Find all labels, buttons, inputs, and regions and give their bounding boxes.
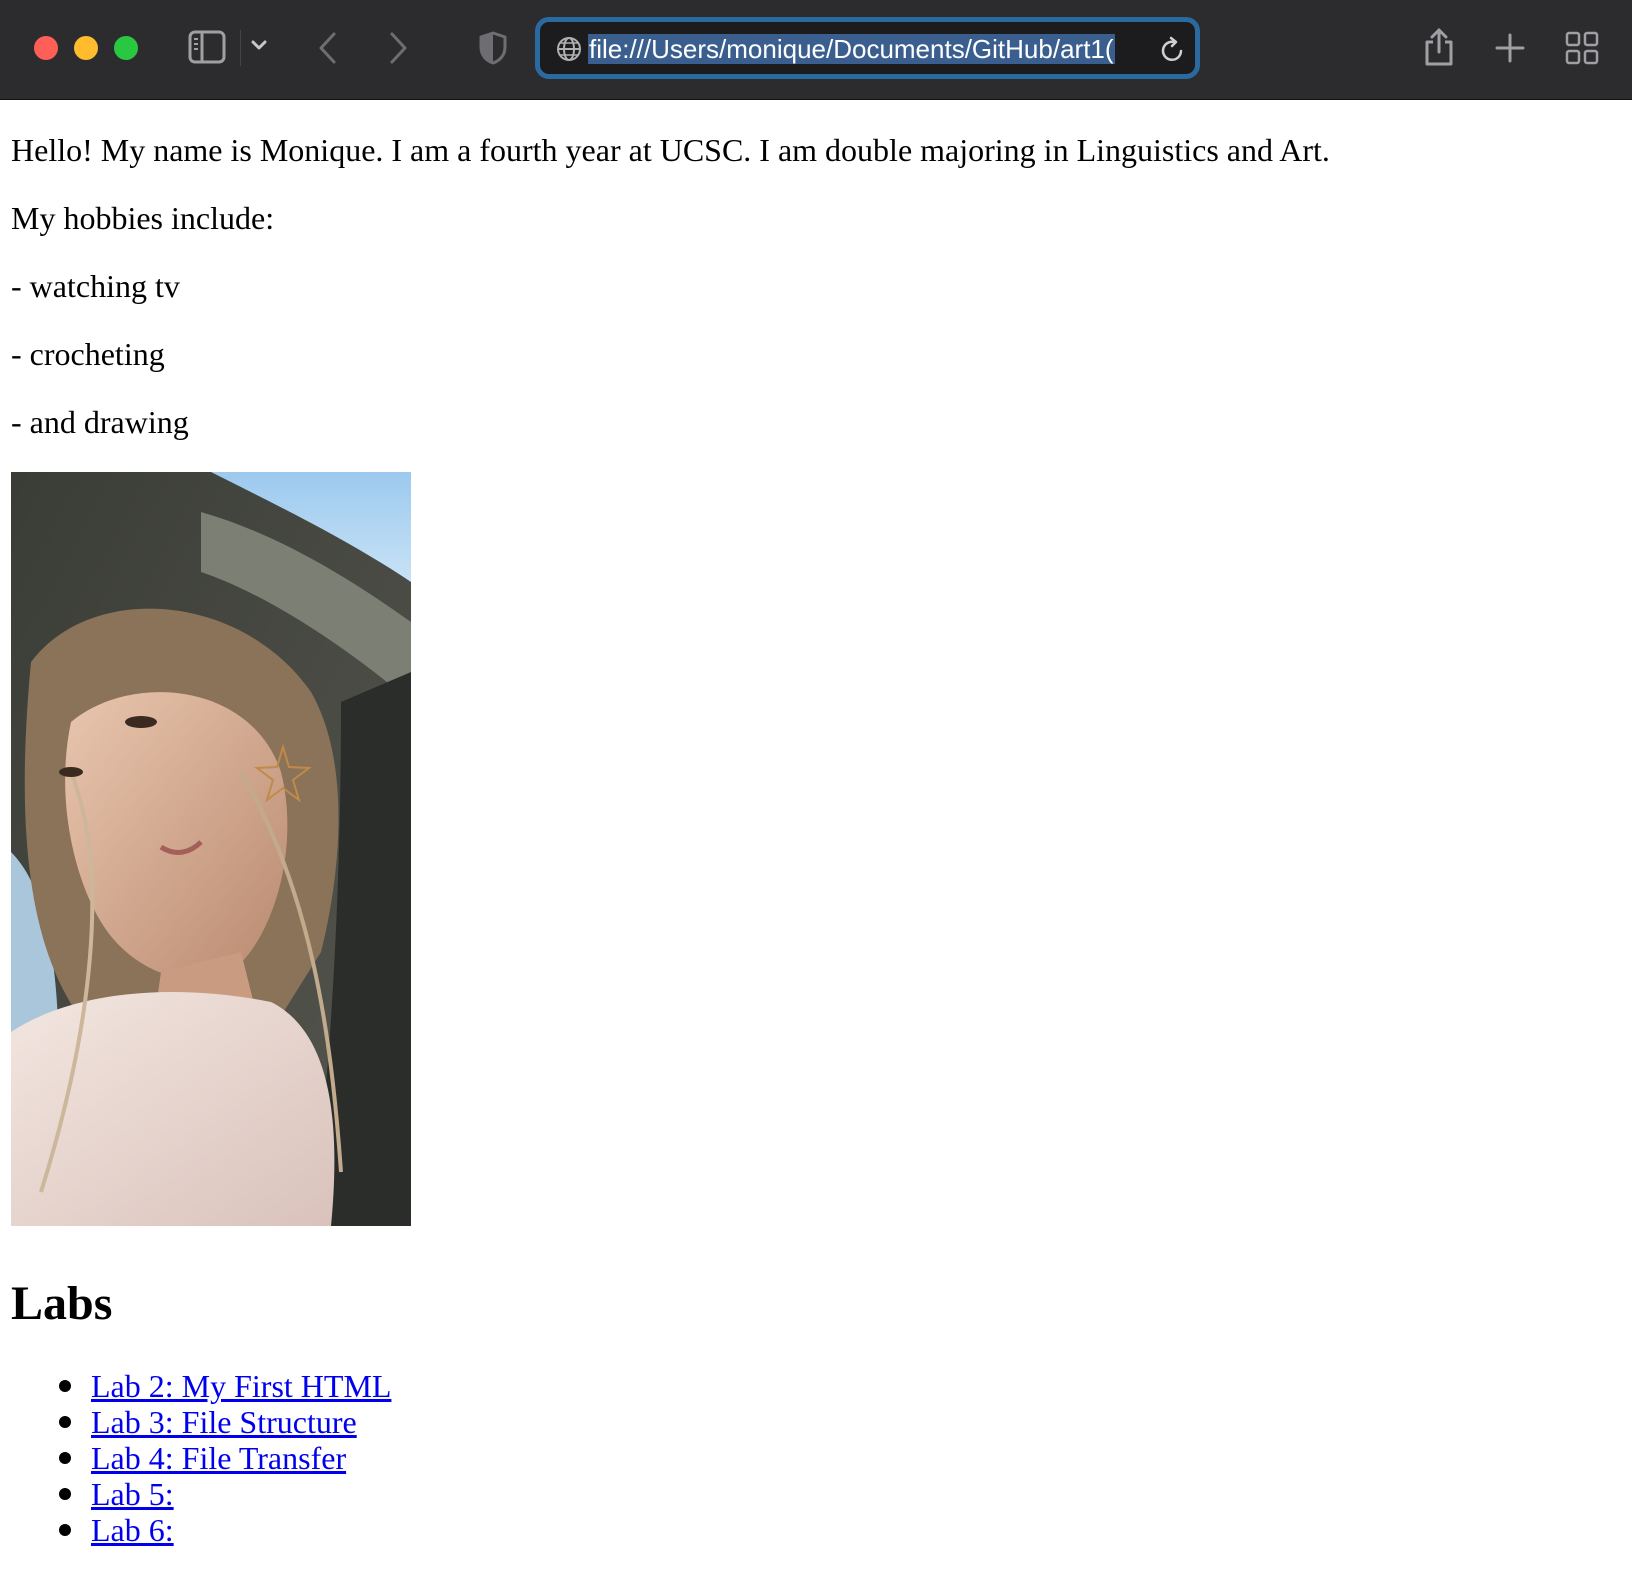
address-bar[interactable]: file:///Users/monique/Documents/GitHub/a… [535,17,1200,79]
list-item: Lab 4: File Transfer [0,1440,391,1476]
list-item: Lab 6: [0,1512,391,1548]
lab-6-link[interactable]: Lab 6: [91,1512,174,1548]
share-icon[interactable] [1422,26,1456,68]
labs-list: Lab 2: My First HTML Lab 3: File Structu… [0,1368,391,1548]
chevron-right-icon[interactable] [386,30,410,66]
lab-4-link[interactable]: Lab 4: File Transfer [91,1440,346,1476]
grid-icon[interactable] [1564,30,1600,66]
hobby-item: - watching tv [11,268,180,304]
shield-icon[interactable] [478,30,508,66]
bullet-icon [59,1524,71,1536]
zoom-window-button[interactable] [114,36,138,60]
close-window-button[interactable] [34,36,58,60]
labs-heading: Labs [11,1277,113,1330]
list-item: Lab 5: [0,1476,391,1512]
lab-2-link[interactable]: Lab 2: My First HTML [91,1368,391,1404]
url-input[interactable]: file:///Users/monique/Documents/GitHub/a… [588,33,1140,65]
lab-3-link[interactable]: Lab 3: File Structure [91,1404,357,1440]
browser-toolbar: file:///Users/monique/Documents/GitHub/a… [0,0,1632,100]
chevron-left-icon[interactable] [316,30,340,66]
sidebar-icon[interactable] [188,30,226,64]
plus-icon[interactable] [1494,32,1526,64]
globe-icon [556,36,582,67]
chevron-down-icon[interactable] [250,38,268,52]
hobby-item: - and drawing [11,404,189,440]
lab-5-link[interactable]: Lab 5: [91,1476,174,1512]
bullet-icon [59,1380,71,1392]
hobby-item: - crocheting [11,336,165,372]
bullet-icon [59,1416,71,1428]
intro-text: Hello! My name is Monique. I am a fourth… [11,132,1330,168]
toolbar-divider [240,30,241,66]
hobbies-heading: My hobbies include: [11,200,275,236]
minimize-window-button[interactable] [74,36,98,60]
list-item: Lab 3: File Structure [0,1404,391,1440]
page-content: Hello! My name is Monique. I am a fourth… [0,100,1632,1587]
url-text: file:///Users/monique/Documents/GitHub/a… [588,34,1115,64]
reload-icon[interactable] [1160,36,1186,69]
bullet-icon [59,1452,71,1464]
list-item: Lab 2: My First HTML [0,1368,391,1404]
profile-photo [11,472,411,1226]
bullet-icon [59,1488,71,1500]
